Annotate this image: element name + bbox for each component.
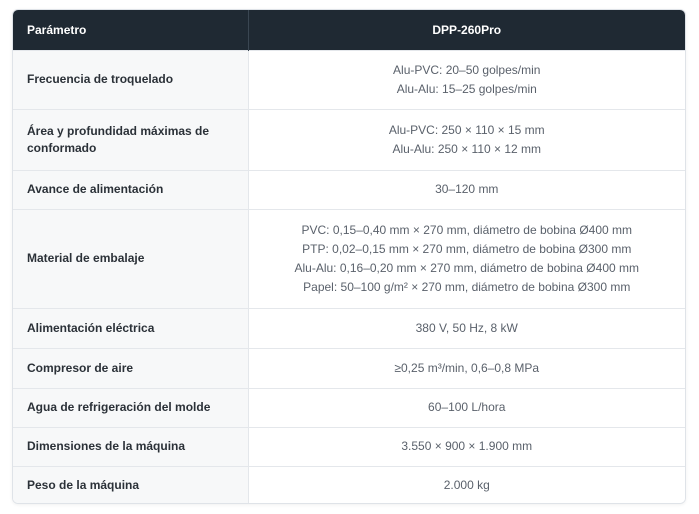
value-line: PTP: 0,02–0,15 mm × 270 mm, diámetro de … <box>302 241 632 256</box>
row-value: Alu-PVC: 20–50 golpes/min Alu-Alu: 15–25… <box>247 49 685 109</box>
value-line: 60–100 L/hora <box>428 400 506 414</box>
row-label: Dimensiones de la máquina <box>13 426 248 466</box>
row-value: 30–120 mm <box>247 169 685 209</box>
row-label: Agua de refrigeración del molde <box>13 387 248 427</box>
value-line: 30–120 mm <box>435 182 499 196</box>
value-line: PVC: 0,15–0,40 mm × 270 mm, diámetro de … <box>301 222 633 237</box>
value-line: Alu-PVC: 20–50 golpes/min <box>393 62 541 77</box>
value-line: Alu-Alu: 15–25 golpes/min <box>396 81 537 96</box>
row-value: PVC: 0,15–0,40 mm × 270 mm, diámetro de … <box>247 208 685 308</box>
table-row: Peso de la máquina 2.000 kg <box>13 465 685 503</box>
row-label: Frecuencia de troquelado <box>13 49 248 109</box>
row-label: Material de embalaje <box>13 208 248 308</box>
table-row: Área y profundidad máximas de conformado… <box>13 108 685 170</box>
row-label: Compresor de aire <box>13 347 248 388</box>
row-label: Alimentación eléctrica <box>13 307 248 348</box>
row-value: 60–100 L/hora <box>247 387 685 427</box>
value-line: ≥0,25 m³/min, 0,6–0,8 MPa <box>394 360 540 375</box>
value-line: Alu-PVC: 250 × 110 × 15 mm <box>388 122 545 137</box>
value-line: 2.000 kg <box>443 478 490 493</box>
spec-table: Parámetro DPP-260Pro Frecuencia de troqu… <box>13 10 685 503</box>
row-label: Área y profundidad máximas de conformado <box>13 108 248 170</box>
table-row: Avance de alimentación 30–120 mm <box>13 169 685 209</box>
value-line: 380 V, 50 Hz, 8 kW <box>415 320 518 335</box>
value-line: 3.550 × 900 × 1.900 mm <box>401 439 533 453</box>
row-label: Avance de alimentación <box>13 169 248 209</box>
value-line: Alu-Alu: 0,16–0,20 mm × 270 mm, diámetro… <box>294 260 639 275</box>
row-value: 3.550 × 900 × 1.900 mm <box>247 426 685 466</box>
table-row: Material de embalaje PVC: 0,15–0,40 mm ×… <box>13 208 685 308</box>
spec-table-container: Parámetro DPP-260Pro Frecuencia de troqu… <box>12 9 686 504</box>
table-row: Agua de refrigeración del molde 60–100 L… <box>13 387 685 427</box>
table-row: Dimensiones de la máquina 3.550 × 900 × … <box>13 426 685 466</box>
value-line: Alu-Alu: 250 × 110 × 12 mm <box>392 141 542 156</box>
row-value: ≥0,25 m³/min, 0,6–0,8 MPa <box>247 347 685 388</box>
row-value: 2.000 kg <box>247 465 685 503</box>
table-body: Frecuencia de troquelado Alu-PVC: 20–50 … <box>13 49 685 503</box>
row-value: Alu-PVC: 250 × 110 × 15 mm Alu-Alu: 250 … <box>247 108 685 170</box>
table-header: Parámetro DPP-260Pro <box>13 10 685 50</box>
value-line: Papel: 50–100 g/m² × 270 mm, diámetro de… <box>303 279 631 294</box>
header-row: Parámetro DPP-260Pro <box>13 10 685 50</box>
row-label: Peso de la máquina <box>13 465 248 503</box>
row-value: 380 V, 50 Hz, 8 kW <box>247 307 685 348</box>
header-model: DPP-260Pro <box>247 10 685 50</box>
header-parameter: Parámetro <box>13 10 248 50</box>
table-row: Frecuencia de troquelado Alu-PVC: 20–50 … <box>13 49 685 109</box>
table-row: Alimentación eléctrica 380 V, 50 Hz, 8 k… <box>13 307 685 348</box>
table-row: Compresor de aire ≥0,25 m³/min, 0,6–0,8 … <box>13 347 685 388</box>
